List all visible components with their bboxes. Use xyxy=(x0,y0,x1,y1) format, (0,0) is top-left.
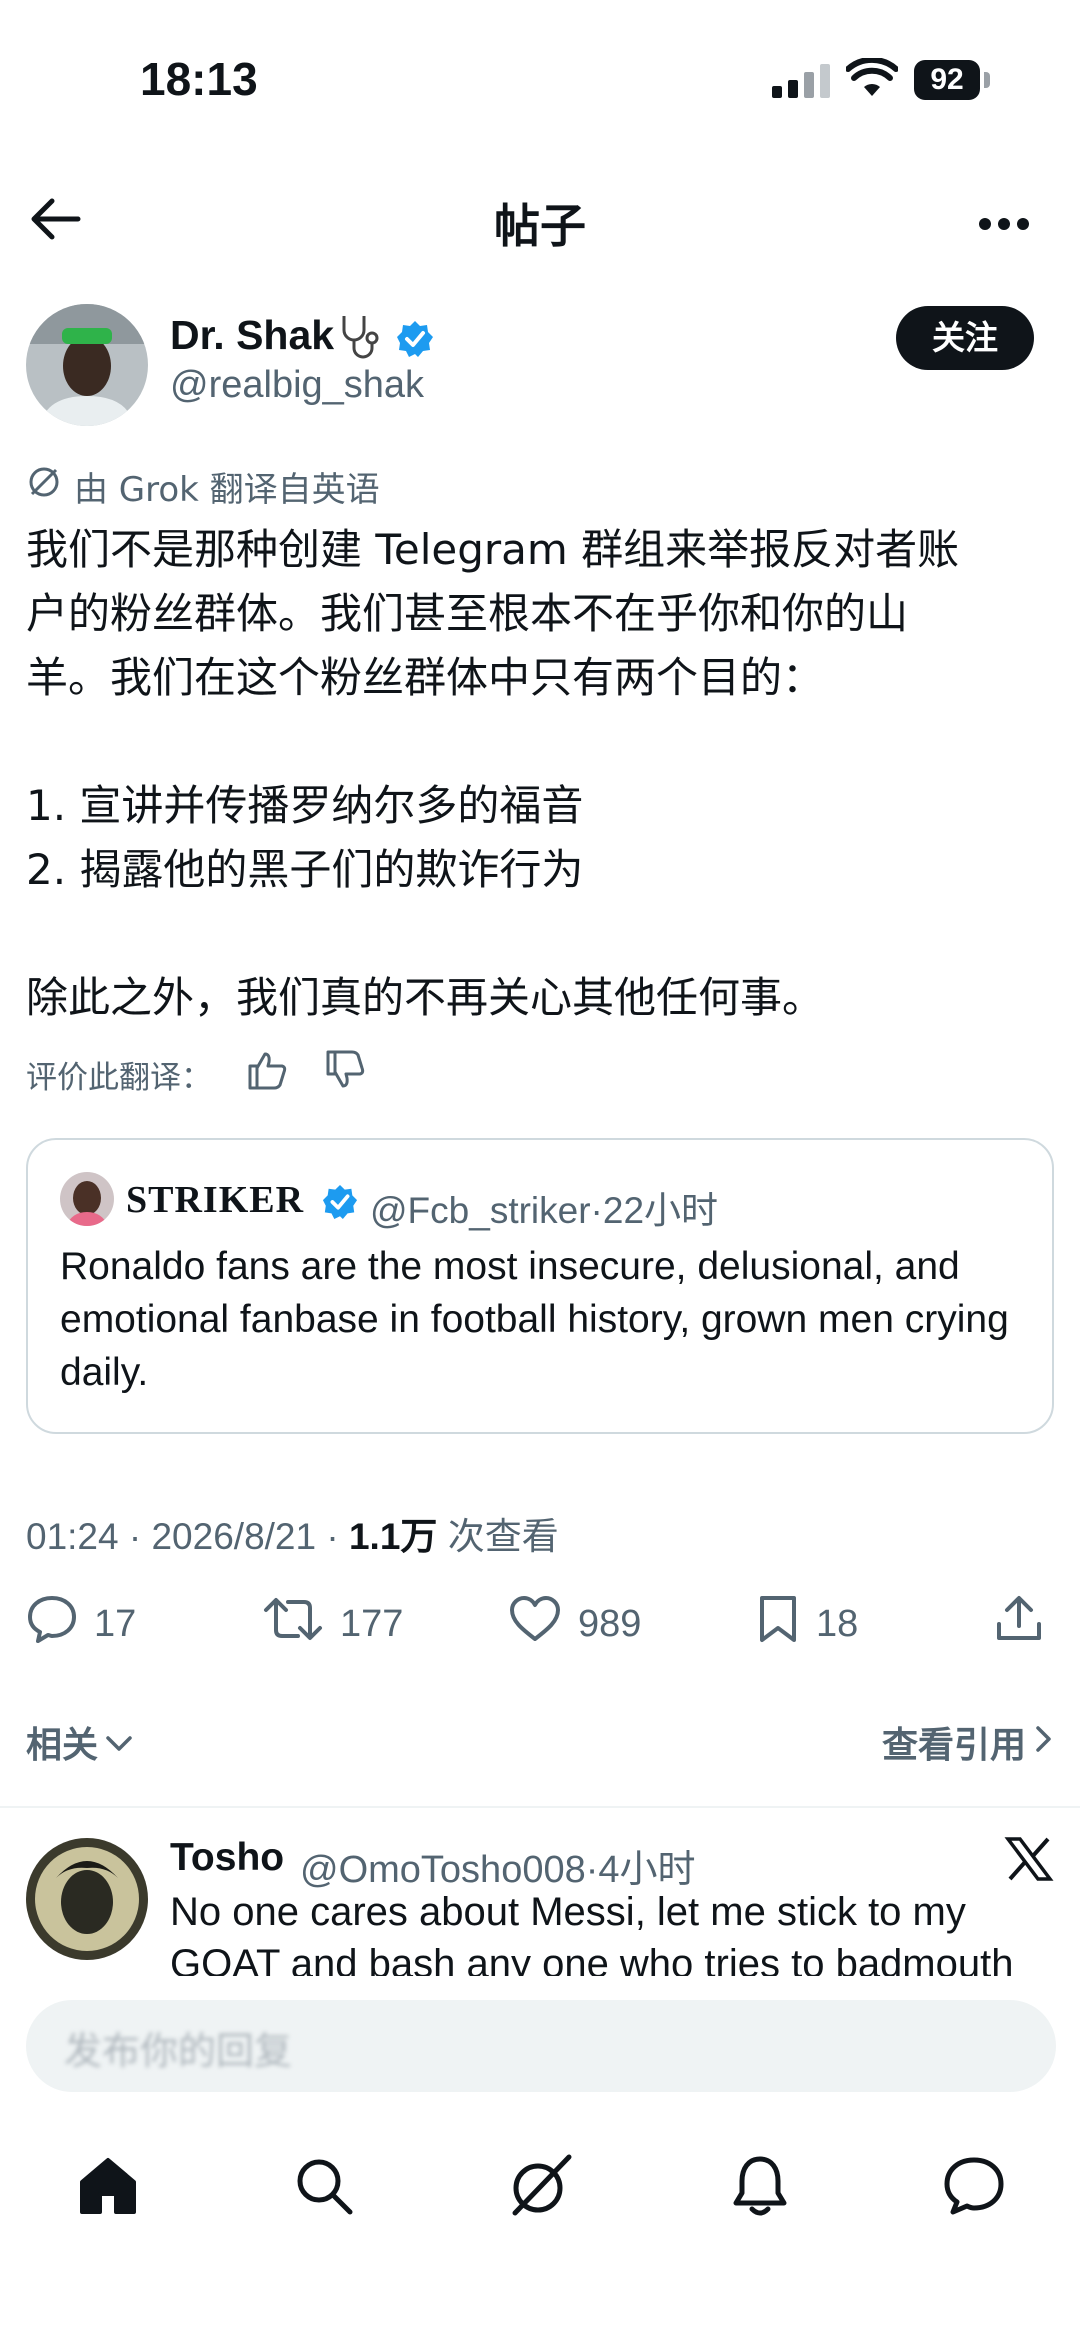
translation-note-text: 由 Grok 翻译自英语 xyxy=(74,470,380,510)
reply-age: 4小时 xyxy=(598,1849,696,1891)
like-icon xyxy=(508,1595,562,1653)
chevron-down-icon xyxy=(104,1722,134,1763)
reply-count: 17 xyxy=(94,1602,137,1645)
battery-nub xyxy=(984,72,990,88)
cellular-signal-icon xyxy=(772,62,834,104)
rate-translation-label: 评价此翻译： xyxy=(26,1059,212,1096)
bookmark-action[interactable]: 18 xyxy=(756,1596,858,1652)
page-title: 帖子 xyxy=(494,199,586,253)
verified-icon xyxy=(396,320,434,362)
view-quotes-link[interactable]: 查看引用 xyxy=(882,1716,1054,1768)
bookmark-icon xyxy=(756,1594,800,1654)
home-icon[interactable] xyxy=(68,2146,148,2226)
reply-meta: @OmoTosho008·4小时 xyxy=(300,1849,696,1891)
wifi-icon xyxy=(845,56,899,104)
repost-icon xyxy=(262,1594,324,1654)
follow-button[interactable]: 关注 xyxy=(896,306,1034,370)
post-time: 01:24 xyxy=(26,1516,119,1557)
views-count: 1.1万 xyxy=(348,1516,438,1557)
divider xyxy=(0,1806,1080,1808)
reply-icon xyxy=(26,1594,78,1654)
repost-count: 177 xyxy=(340,1602,404,1645)
views-label: 次查看 xyxy=(447,1516,559,1557)
reply-action[interactable]: 17 xyxy=(26,1596,136,1652)
battery-indicator: 92 xyxy=(914,60,980,100)
quote-author-name: STRIKER xyxy=(126,1179,305,1221)
status-time: 18:13 xyxy=(140,53,258,105)
rate-translation-row: 评价此翻译： xyxy=(26,1050,366,1098)
grok-icon xyxy=(26,464,62,509)
thumbs-down-icon[interactable] xyxy=(324,1050,366,1098)
author-handle[interactable]: @realbig_shak xyxy=(170,364,424,407)
reply-text: No one cares about Messi, let me stick t… xyxy=(170,1890,1014,1986)
thumbs-up-icon[interactable] xyxy=(246,1050,288,1098)
quote-handle: @Fcb_striker xyxy=(370,1190,591,1231)
post-timestamp: 01:24 · 2026/8/21 · 1.1万 次查看 xyxy=(26,1516,559,1557)
reply-avatar[interactable] xyxy=(26,1838,148,1960)
view-quotes-label: 查看引用 xyxy=(881,1725,1026,1766)
stethoscope-icon xyxy=(334,312,386,368)
related-dropdown[interactable]: 相关 xyxy=(26,1716,134,1768)
author-name[interactable]: Dr. Shak xyxy=(170,312,334,359)
repost-action[interactable]: 177 xyxy=(262,1596,403,1652)
related-label: 相关 xyxy=(26,1725,99,1766)
bookmark-count: 18 xyxy=(816,1602,859,1645)
reply-composer-placeholder: 发布你的回复 xyxy=(64,2029,293,2073)
reply-handle: @OmoTosho008 xyxy=(300,1849,586,1891)
share-action[interactable] xyxy=(994,1596,1044,1652)
like-action[interactable]: 989 xyxy=(508,1596,641,1652)
author-avatar[interactable] xyxy=(26,304,148,426)
like-count: 989 xyxy=(578,1602,642,1645)
chevron-right-icon xyxy=(1034,1722,1054,1763)
quote-verified-icon xyxy=(322,1184,358,1224)
more-icon[interactable] xyxy=(978,216,1030,235)
x-logo-icon xyxy=(1004,1836,1054,1886)
quote-avatar xyxy=(60,1172,114,1226)
messages-icon[interactable] xyxy=(934,2146,1014,2226)
post-date: 2026/8/21 xyxy=(151,1516,317,1557)
quote-meta: @Fcb_striker·22小时 xyxy=(370,1190,719,1231)
quote-text: Ronaldo fans are the most insecure, delu… xyxy=(60,1245,1009,1394)
search-icon[interactable] xyxy=(284,2146,364,2226)
grok-tab-icon[interactable] xyxy=(500,2146,580,2226)
translation-note[interactable]: 由 Grok 翻译自英语 xyxy=(26,462,380,511)
quote-age: 22小时 xyxy=(602,1190,719,1231)
reply-author-name[interactable]: Tosho xyxy=(170,1836,284,1880)
notifications-icon[interactable] xyxy=(720,2146,800,2226)
post-body: 我们不是那种创建 Telegram 群组来举报反对者账 户的粉丝群体。我们甚至根… xyxy=(26,525,960,1022)
share-icon xyxy=(994,1594,1044,1654)
